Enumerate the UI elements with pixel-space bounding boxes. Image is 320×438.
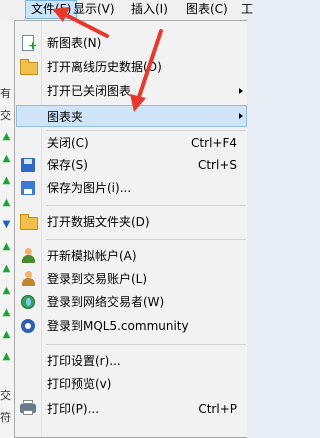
menu-item-label: 登录到网络交易者(W) <box>47 295 165 309</box>
menu-item-login-trade-account[interactable]: 登录到交易账户(L) <box>16 268 247 290</box>
up-arrow-icon: ▲ <box>2 285 11 296</box>
menu-item-label: 登录到MQL5.community <box>47 319 189 333</box>
menu-bar: 文件(F) 显示(V) 插入(I) 图表(C) 工 <box>0 0 253 21</box>
menu-separator <box>46 130 246 131</box>
menu-item-label: 打印设置(r)... <box>47 354 121 368</box>
printer-icon <box>20 400 36 417</box>
menu-item-print-preview[interactable]: 打印预览(v) <box>16 373 247 395</box>
menu-item-label: 登录到交易账户(L) <box>47 272 148 286</box>
background-market-watch: 有 交 ▲ ▲ ▲ ▲ ▼ ▲ ▲ ▲ ▲ ▲ ▲ 交 符 <box>0 20 15 438</box>
menu-item-login-web-trader[interactable]: 登录到网络交易者(W) <box>16 291 247 313</box>
up-arrow-icon: ▲ <box>2 263 11 274</box>
up-arrow-icon: ▲ <box>2 307 11 318</box>
menu-separator <box>46 239 246 240</box>
up-arrow-icon: ▲ <box>2 131 11 142</box>
web-trader-icon <box>20 294 36 310</box>
up-arrow-icon: ▲ <box>2 351 11 362</box>
shortcut-label: Ctrl+P <box>198 402 237 416</box>
submenu-arrow-icon <box>239 113 243 119</box>
up-arrow-icon: ▲ <box>2 153 11 164</box>
menu-item-label: 保存为图片(i)... <box>47 181 132 195</box>
menu-separator <box>46 205 246 206</box>
background-label: 有 <box>0 88 11 100</box>
menu-item-label: 打开离线历史数据(O) <box>47 60 162 74</box>
menu-tools[interactable]: 工 <box>236 1 258 18</box>
folder-icon <box>20 214 38 230</box>
menu-item-open-closed-charts[interactable]: 打开已关闭图表 <box>16 80 247 102</box>
up-arrow-icon: ▲ <box>2 329 11 340</box>
submenu-arrow-icon <box>239 88 243 94</box>
menu-item-print[interactable]: 打印(P)... Ctrl+P <box>16 398 247 420</box>
menu-item-open-data-folder[interactable]: 打开数据文件夹(D) <box>16 211 247 233</box>
menu-item-profiles[interactable]: 图表夹 <box>16 105 247 127</box>
menu-item-label: 打开已关闭图表 <box>47 84 132 98</box>
up-arrow-icon: ▲ <box>2 197 11 208</box>
save-icon <box>20 157 36 173</box>
menu-item-label: 打印(P)... <box>47 402 100 416</box>
background-label: 符 <box>0 412 11 424</box>
menu-insert[interactable]: 插入(I) <box>126 1 173 18</box>
menu-item-label: 图表夹 <box>47 110 84 124</box>
background-label: 交 <box>0 390 11 402</box>
menu-item-print-setup[interactable]: 打印设置(r)... <box>16 350 247 372</box>
menu-item-label: 关闭(C) <box>47 136 89 150</box>
shortcut-label: Ctrl+S <box>197 158 237 172</box>
menu-item-save-picture[interactable]: 保存为图片(i)... <box>16 177 247 199</box>
menu-item-save[interactable]: 保存(S) Ctrl+S <box>16 154 247 176</box>
menu-item-open-offline[interactable]: 打开离线历史数据(O) <box>16 56 247 78</box>
new-chart-icon: + <box>20 35 37 51</box>
file-dropdown-menu: + 新图表(N) 打开离线历史数据(O) 打开已关闭图表 图表夹 关闭(C) C… <box>14 20 247 438</box>
menu-item-new-chart[interactable]: + 新图表(N) <box>16 32 247 54</box>
up-arrow-icon: ▲ <box>2 175 11 186</box>
menu-item-label: 打开数据文件夹(D) <box>47 215 150 229</box>
menu-item-label: 打印预览(v) <box>47 377 112 391</box>
save-picture-icon <box>20 180 36 196</box>
mql5-icon <box>20 318 36 334</box>
menu-view[interactable]: 显示(V) <box>68 1 120 18</box>
menu-item-login-mql5[interactable]: 登录到MQL5.community <box>16 315 247 337</box>
folder-icon <box>20 59 38 75</box>
down-arrow-icon: ▼ <box>2 219 11 230</box>
menu-separator <box>46 344 246 345</box>
menu-chart[interactable]: 图表(C) <box>181 1 233 18</box>
new-account-icon <box>20 248 36 264</box>
menu-item-label: 保存(S) <box>47 158 88 172</box>
up-arrow-icon: ▲ <box>2 241 11 252</box>
menu-item-close[interactable]: 关闭(C) Ctrl+F4 <box>16 132 247 154</box>
background-label: 交 <box>0 110 11 122</box>
menu-item-open-demo-account[interactable]: 开新模拟帐户(A) <box>16 245 247 267</box>
menu-item-label: 开新模拟帐户(A) <box>47 249 137 263</box>
shortcut-label: Ctrl+F4 <box>191 136 237 150</box>
login-icon <box>20 271 36 287</box>
menu-item-label: 新图表(N) <box>47 36 102 50</box>
